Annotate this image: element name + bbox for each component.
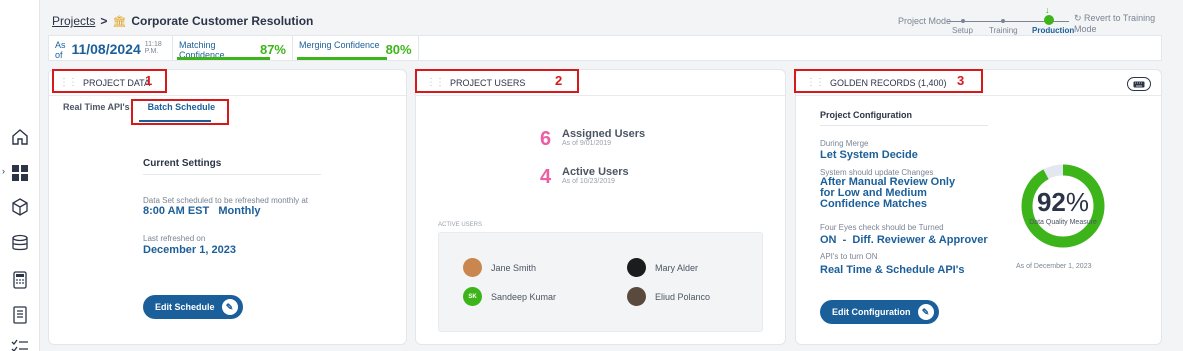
project-mode-stepper: Project Mode ↓ Setup Training Production… xyxy=(888,5,1178,35)
revert-training-label: Revert to Training Mode xyxy=(1074,13,1156,34)
list-item[interactable]: Mary Alder xyxy=(627,258,698,277)
active-users-label: Active Users xyxy=(562,166,629,178)
current-settings-title: Current Settings xyxy=(143,158,222,169)
user-name: Mary Alder xyxy=(655,262,699,273)
metrics-bar: As of 11/08/2024 11:18 P.M. Matching Con… xyxy=(48,35,1162,61)
config-value: Real Time & Schedule API's xyxy=(820,264,965,276)
config-value: Let System Decide xyxy=(820,149,918,161)
project-users-card: ⋮⋮ PROJECT USERS 6 Assigned Users As of … xyxy=(415,69,786,345)
revert-training-link[interactable]: ↻ Revert to Training Mode xyxy=(1074,13,1178,34)
step-dot-setup[interactable] xyxy=(961,19,965,23)
asof-metric: As of 11/08/2024 11:18 P.M. xyxy=(49,36,173,60)
merging-confidence-metric: Merging Confidence 80% xyxy=(293,36,419,60)
merging-confidence-value: 80% xyxy=(385,42,412,57)
config-label: Four Eyes check should be Turned xyxy=(820,223,944,232)
keyboard-icon[interactable] xyxy=(1127,77,1151,91)
gauge-asof: As of December 1, 2023 xyxy=(1016,263,1092,270)
step-setup[interactable]: Setup xyxy=(952,26,973,35)
step-training[interactable]: Training xyxy=(989,26,1018,35)
calculator-icon[interactable] xyxy=(10,270,30,290)
user-name: Eliud Polanco xyxy=(655,291,711,302)
list-item[interactable]: SK Sandeep Kumar xyxy=(463,287,556,306)
cube-icon[interactable] xyxy=(10,197,30,217)
edit-schedule-button[interactable]: Edit Schedule ✎ xyxy=(143,295,243,319)
last-refreshed-value: December 1, 2023 xyxy=(143,244,236,256)
tab-real-time-apis[interactable]: Real Time API's xyxy=(63,102,130,112)
asof-date: 11/08/2024 xyxy=(71,41,141,57)
merging-confidence-label: Merging Confidence xyxy=(299,40,380,50)
divider xyxy=(143,174,321,175)
avatar xyxy=(627,287,646,306)
edit-configuration-label: Edit Configuration xyxy=(832,307,911,317)
pencil-icon: ✎ xyxy=(221,299,238,315)
active-users-list: Jane Smith Mary Alder SK Sandeep Kumar E… xyxy=(438,232,763,332)
step-dot-training[interactable] xyxy=(1001,19,1005,23)
callout-number: 1 xyxy=(145,73,153,88)
user-name: Jane Smith xyxy=(491,262,537,273)
matching-confidence-value: 87% xyxy=(259,42,286,57)
gauge-unit: % xyxy=(1065,187,1090,217)
callout-box-batch-schedule xyxy=(131,99,229,125)
config-value: ON - Diff. Reviewer & Approver xyxy=(820,234,988,246)
breadcrumb-separator: > xyxy=(100,14,108,28)
callout-number: 3 xyxy=(957,73,965,88)
golden-records-card: ⋮⋮ GOLDEN RECORDS (1,400) Project Config… xyxy=(795,69,1162,345)
schedule-value: 8:00 AM EST Monthly xyxy=(143,205,261,217)
step-dot-production[interactable] xyxy=(1044,15,1054,25)
merging-confidence-bar xyxy=(297,57,387,60)
edit-schedule-label: Edit Schedule xyxy=(155,302,215,312)
list-item[interactable]: Eliud Polanco xyxy=(627,287,710,306)
edit-configuration-button[interactable]: Edit Configuration ✎ xyxy=(820,300,939,324)
avatar xyxy=(627,258,646,277)
last-refreshed-label: Last refreshed on xyxy=(143,234,206,243)
current-step-arrow-icon: ↓ xyxy=(1045,5,1050,15)
list-item[interactable]: Jane Smith xyxy=(463,258,536,277)
active-indicator-icon: › xyxy=(2,166,5,176)
assigned-users-stat: 6 Assigned Users As of 9/01/2019 xyxy=(540,128,645,151)
active-users-count: 4 xyxy=(540,166,552,188)
project-mode-label: Project Mode xyxy=(898,16,952,26)
gauge-percent: 92% xyxy=(1020,187,1106,218)
checklist-icon[interactable] xyxy=(10,337,30,351)
active-users-date: As of 10/23/2019 xyxy=(562,178,615,185)
callout-number: 2 xyxy=(555,73,563,88)
matching-confidence-metric: Matching Confidence 87% xyxy=(173,36,293,60)
gauge-label: Data Quality Measure xyxy=(1029,219,1097,226)
assigned-users-count: 6 xyxy=(540,128,552,150)
step-production[interactable]: Production xyxy=(1032,26,1074,35)
avatar: SK xyxy=(463,287,482,306)
config-label: During Merge xyxy=(820,139,869,148)
config-value: After Manual Review Only for Low and Med… xyxy=(820,176,956,210)
assigned-users-label: Assigned Users xyxy=(562,128,646,140)
breadcrumb-projects-link[interactable]: Projects xyxy=(52,14,95,28)
notebook-icon[interactable] xyxy=(10,305,30,325)
config-label: API's to turn ON xyxy=(820,252,878,261)
user-name: Sandeep Kumar xyxy=(491,291,557,302)
avatar xyxy=(463,258,482,277)
database-icon[interactable] xyxy=(10,233,30,253)
pencil-icon: ✎ xyxy=(917,304,934,320)
page-title: Corporate Customer Resolution xyxy=(131,14,314,28)
gauge-value: 92 xyxy=(1036,187,1066,217)
callout-box-golden-records xyxy=(794,69,983,93)
schedule-label: Data Set scheduled to be refreshed month… xyxy=(143,196,308,205)
left-nav-rail: › xyxy=(0,0,40,351)
matching-confidence-bar xyxy=(177,57,270,60)
divider xyxy=(820,125,988,126)
dashboard-grid-icon[interactable] xyxy=(10,163,30,183)
active-users-stat: 4 Active Users As of 10/23/2019 xyxy=(540,166,629,189)
bank-icon: 🏛 xyxy=(112,15,127,28)
breadcrumb: Projects > 🏛 Corporate Customer Resoluti… xyxy=(52,14,313,28)
data-quality-gauge: 92% Data Quality Measure xyxy=(1020,163,1106,249)
asof-label: As of xyxy=(55,40,66,60)
active-users-section-label: ACTIVE USERS xyxy=(438,222,483,228)
home-icon[interactable] xyxy=(10,127,30,147)
assigned-users-date: As of 9/01/2019 xyxy=(562,140,612,147)
project-configuration-title: Project Configuration xyxy=(820,110,912,120)
asof-time: 11:18 P.M. xyxy=(144,41,162,55)
